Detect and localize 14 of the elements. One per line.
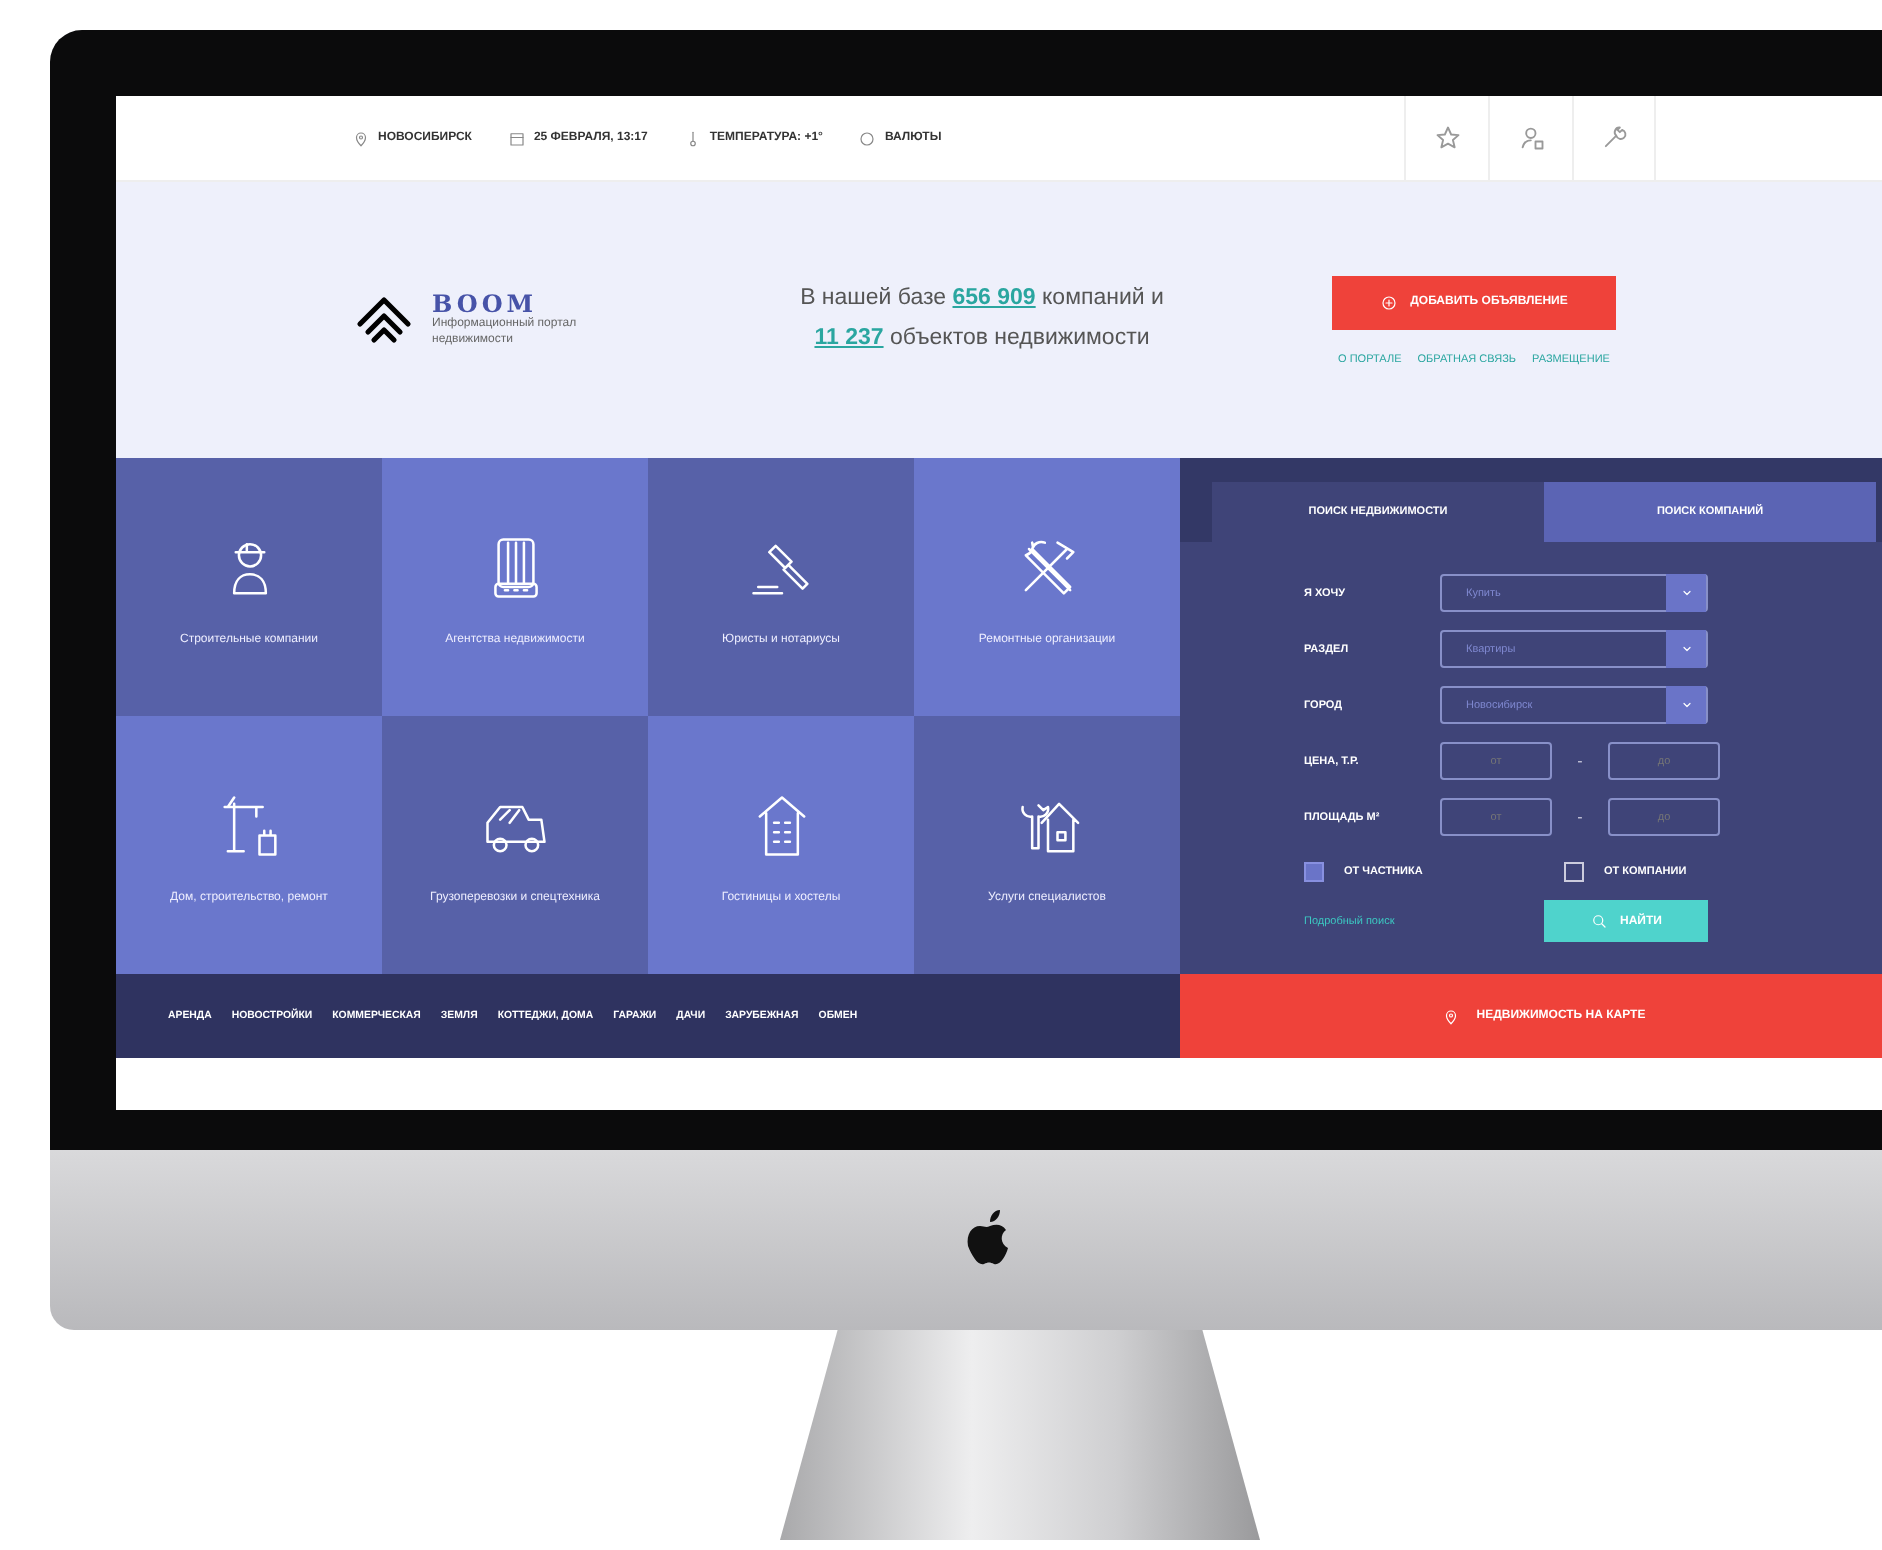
calendar-icon [507,129,526,147]
plus-circle-icon [1380,293,1399,311]
logo-name: BOOM [432,290,540,319]
search-icon [1590,912,1609,930]
wrench-button[interactable] [1572,96,1656,180]
range-dash: - [1575,808,1585,826]
coin-icon [858,129,877,147]
user-icon [1517,124,1545,152]
range-dash: - [1575,752,1585,770]
pin-icon [352,129,370,147]
wrench-icon [1600,124,1628,152]
pin-icon [1442,1007,1461,1025]
headline: В нашей базе 656 909 компаний и 11 237 объектов недвижимости [798,284,1166,354]
star-icon [1433,124,1461,152]
